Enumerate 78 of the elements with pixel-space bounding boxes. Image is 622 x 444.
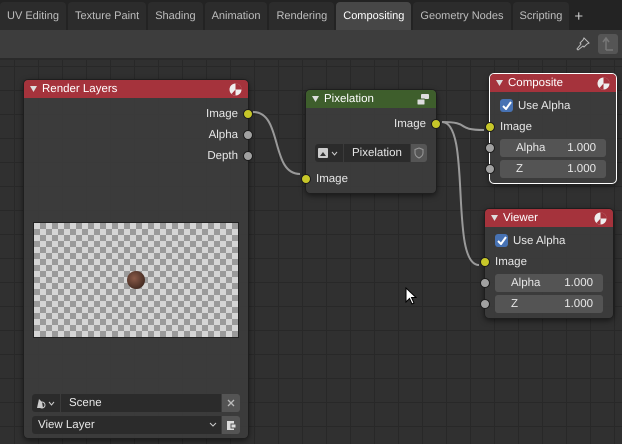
sphere-icon[interactable]	[594, 212, 607, 224]
sphere-icon[interactable]	[229, 82, 242, 96]
shield-icon[interactable]	[410, 144, 427, 162]
workspace-tab[interactable]: Texture Paint	[68, 2, 146, 30]
workspace-tab[interactable]: Scripting	[512, 2, 570, 30]
input-socket-label: Image	[495, 256, 527, 268]
object-render	[127, 271, 145, 289]
scene-field[interactable]: Scene	[61, 394, 221, 412]
field-value: 1.000	[567, 162, 596, 174]
value-field[interactable]: Z 1.000	[500, 160, 606, 178]
mouse-cursor-icon	[405, 287, 417, 305]
node-header[interactable]: Composite	[490, 74, 616, 92]
scene-selector[interactable]	[32, 394, 60, 412]
output-socket-label: Image	[206, 108, 238, 120]
collapse-triangle-icon[interactable]	[312, 96, 319, 102]
node-title: Viewer	[503, 212, 539, 224]
node-title: Pixelation	[324, 93, 375, 105]
field-label: Z	[511, 298, 518, 310]
node-socket[interactable]	[480, 257, 490, 267]
node-socket[interactable]	[480, 278, 490, 288]
field-label: Alpha	[516, 142, 546, 154]
field-label: Alpha	[511, 276, 540, 288]
field-value: 1.000	[564, 298, 593, 310]
input-socket-label: Image	[316, 172, 348, 184]
node-header[interactable]: Pixelation	[306, 90, 436, 108]
collapse-triangle-icon[interactable]	[30, 86, 37, 92]
value-field[interactable]: Z 1.000	[495, 294, 603, 312]
checkbox-label: Use Alpha	[518, 100, 570, 112]
workspace-tab[interactable]: Compositing	[336, 2, 412, 30]
collapse-triangle-icon[interactable]	[496, 80, 503, 86]
image-caret-icon	[318, 147, 340, 159]
node-link[interactable]	[252, 111, 300, 175]
workspace-tab[interactable]: Rendering	[269, 2, 334, 30]
node-tree-name[interactable]: Pixelation	[344, 144, 410, 162]
node-title: Render Layers	[42, 83, 118, 95]
node-link[interactable]	[442, 121, 484, 131]
node-title: Composite	[508, 77, 564, 89]
node-header[interactable]: Render Layers	[24, 80, 248, 98]
field-value: 1.000	[564, 276, 593, 288]
clipboard-icon[interactable]	[222, 416, 240, 434]
node-socket[interactable]	[243, 130, 253, 140]
pin-icon[interactable]	[576, 37, 590, 51]
node-link[interactable]	[442, 121, 480, 266]
collapse-triangle-icon[interactable]	[491, 215, 498, 221]
value-field[interactable]: Alpha 1.000	[495, 274, 603, 292]
input-socket-label: Image	[500, 120, 532, 132]
checkbox-label: Use Alpha	[513, 234, 566, 246]
workspace-tab[interactable]: UV Editing	[0, 2, 66, 30]
node-socket[interactable]	[485, 164, 495, 174]
node-socket[interactable]	[485, 143, 495, 153]
add-workspace-button[interactable]: +	[571, 2, 586, 30]
node-socket[interactable]	[431, 119, 441, 129]
node-group-icon[interactable]	[416, 92, 430, 106]
node-socket[interactable]	[243, 151, 253, 161]
output-socket-label: Alpha	[208, 128, 238, 140]
caret-icon	[209, 422, 217, 428]
parent-node-tree-icon[interactable]	[598, 34, 618, 54]
view-layer-name: View Layer	[38, 419, 95, 431]
close-icon[interactable]	[222, 394, 240, 412]
field-value: 1.000	[567, 142, 596, 154]
workspace-tab[interactable]: Animation	[204, 2, 268, 30]
value-field[interactable]: Alpha 1.000	[500, 138, 606, 156]
output-socket-label: Depth	[207, 150, 238, 162]
checkbox[interactable]	[495, 234, 508, 247]
node-socket[interactable]	[480, 299, 490, 309]
node-tree-dropdown[interactable]	[315, 144, 343, 162]
node-header[interactable]: Viewer	[485, 209, 613, 227]
field-label: Z	[516, 162, 524, 174]
output-socket-label: Image	[394, 118, 426, 130]
node-socket[interactable]	[301, 174, 311, 184]
workspace-tab[interactable]: Shading	[148, 2, 203, 30]
node-socket[interactable]	[243, 109, 253, 119]
sphere-icon[interactable]	[597, 76, 610, 90]
workspace-tab[interactable]: Geometry Nodes	[413, 2, 511, 30]
view-layer-dropdown[interactable]: View Layer	[32, 416, 221, 434]
scene-caret-icon	[35, 397, 57, 409]
node-socket[interactable]	[485, 122, 495, 132]
checkbox[interactable]	[500, 99, 513, 112]
